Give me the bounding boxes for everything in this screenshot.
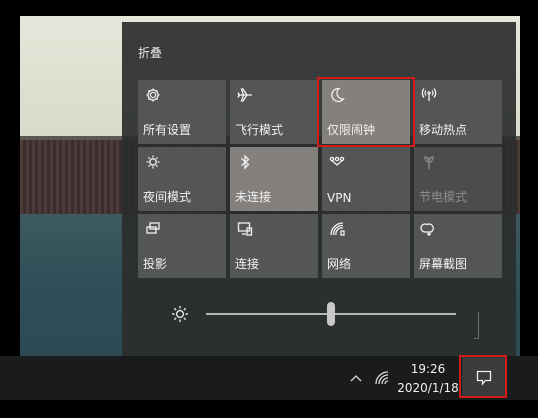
bluetooth-icon xyxy=(236,153,254,171)
gear-icon xyxy=(144,86,162,104)
tile-mobile-hotspot[interactable]: 移动热点 xyxy=(414,80,502,144)
tile-label: VPN xyxy=(327,191,352,205)
wifi-icon[interactable] xyxy=(374,370,390,386)
clock-time: 19:26 xyxy=(410,362,446,376)
tile-network[interactable]: 网络 xyxy=(322,214,410,278)
tile-label: 所有设置 xyxy=(143,123,192,137)
tile-screen-snip[interactable]: 屏幕截图 xyxy=(414,214,502,278)
highlight-box-alarms-only xyxy=(317,77,415,147)
project-icon xyxy=(144,220,162,238)
collapse-link[interactable]: 折叠 xyxy=(138,44,162,61)
tile-label: 飞行模式 xyxy=(235,123,284,137)
airplane-icon xyxy=(236,86,254,104)
tile-label: 屏幕截图 xyxy=(419,257,468,271)
brightness-slider-thumb[interactable] xyxy=(327,302,335,326)
tile-label: 投影 xyxy=(143,257,168,271)
panel-resize-corner xyxy=(474,312,479,339)
tile-all-settings[interactable]: 所有设置 xyxy=(138,80,226,144)
tile-battery-saver: 节电模式 xyxy=(414,147,502,211)
tile-label: 节电模式 xyxy=(419,190,468,204)
clock-date: 2020/1/18 xyxy=(397,381,459,395)
tile-airplane-mode[interactable]: 飞行模式 xyxy=(230,80,318,144)
night-light-icon xyxy=(144,153,162,171)
tile-label: 未连接 xyxy=(235,190,272,204)
tile-label: 移动热点 xyxy=(419,123,468,137)
tile-vpn[interactable]: VPN xyxy=(322,147,410,211)
chevron-up-icon[interactable] xyxy=(349,370,363,384)
tile-label: 连接 xyxy=(235,257,260,271)
connect-icon xyxy=(236,220,254,238)
network-icon xyxy=(328,220,346,238)
highlight-box-notification xyxy=(459,355,507,398)
tile-night-light[interactable]: 夜间模式 xyxy=(138,147,226,211)
screen-snip-icon xyxy=(420,220,438,238)
taskbar-clock[interactable]: 19:26 2020/1/18 xyxy=(396,360,460,398)
tile-bluetooth[interactable]: 未连接 xyxy=(230,147,318,211)
hotspot-icon xyxy=(420,86,438,104)
battery-saver-icon xyxy=(420,153,438,171)
tile-project[interactable]: 投影 xyxy=(138,214,226,278)
tile-label: 网络 xyxy=(327,257,352,271)
tile-connect[interactable]: 连接 xyxy=(230,214,318,278)
tile-label: 夜间模式 xyxy=(143,190,192,204)
brightness-icon xyxy=(170,304,190,324)
vpn-icon xyxy=(328,153,346,171)
